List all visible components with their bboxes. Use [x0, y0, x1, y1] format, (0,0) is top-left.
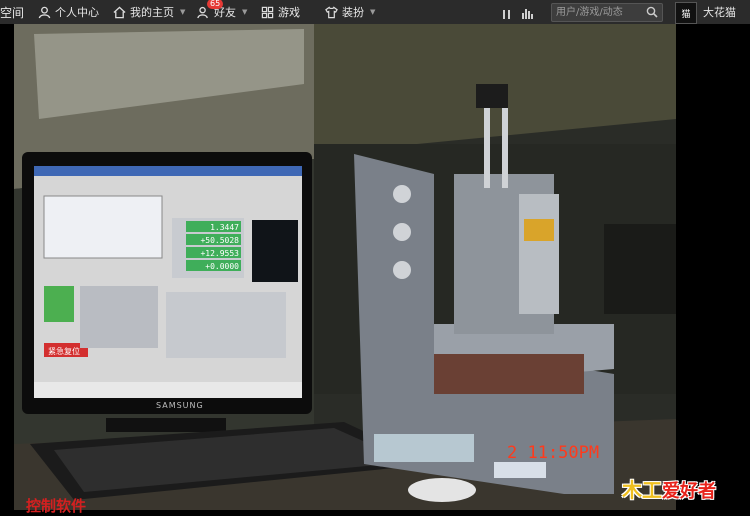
bars-icon-bar — [521, 13, 524, 19]
acrylic-block — [374, 434, 474, 462]
monitor-brand: SAMSUNG — [156, 401, 204, 410]
cnc-photo-drawing: 1.3447 +50.5028 +12.9553 +0.0000 紧急复位 SA… — [14, 24, 676, 510]
cnc-photo: 1.3447 +50.5028 +12.9553 +0.0000 紧急复位 SA… — [14, 24, 676, 510]
dro-readout-z: +12.9553 — [200, 249, 239, 258]
photo-timestamp: 2 11:50PM — [507, 443, 600, 463]
screen-toolpath-panel — [252, 220, 298, 282]
nav-dressup[interactable]: 装扮 ▼ — [325, 0, 375, 24]
nav-personal-center-label: 个人中心 — [55, 6, 99, 19]
username-link[interactable]: 大花猫 — [703, 0, 736, 24]
screen-gcode-panel — [43, 195, 163, 259]
dro-readout-x: 1.3447 — [210, 223, 239, 232]
home-icon — [113, 6, 126, 18]
bearing-block — [393, 223, 411, 241]
grid-icon — [261, 6, 274, 18]
nav-dressup-label: 装扮 — [342, 6, 364, 19]
dro-readout-a: +0.0000 — [205, 262, 239, 271]
screen-green-buttons — [44, 286, 74, 322]
friends-count-badge: 65 — [207, 0, 224, 9]
screen-jog-panel — [166, 292, 286, 358]
spindle-label — [524, 219, 554, 241]
watermark-mark: 木工 — [622, 478, 662, 502]
pause-icon-bar — [502, 10, 505, 19]
pause-view-button[interactable] — [497, 5, 515, 19]
screen-controls-block — [80, 286, 158, 348]
pause-icon-bar — [507, 10, 510, 19]
site-watermark: 木工爱好者 — [622, 474, 716, 503]
small-box — [494, 462, 546, 478]
bars-icon-bar — [527, 11, 530, 19]
lead-rail — [484, 108, 490, 188]
chevron-down-icon: ▼ — [180, 8, 186, 16]
chevron-down-icon: ▼ — [242, 8, 248, 16]
search-input[interactable] — [556, 5, 642, 19]
nav-games[interactable]: 游戏 — [261, 0, 300, 24]
bearing-block — [393, 185, 411, 203]
nav-my-homepage[interactable]: 我的主页 ▼ — [113, 0, 185, 24]
nav-friends[interactable]: 65 好友 ▼ — [197, 0, 247, 24]
chevron-down-icon: ▼ — [370, 8, 376, 16]
nav-personal-center[interactable]: 个人中心 — [38, 0, 99, 24]
nav-my-homepage-label: 我的主页 — [130, 6, 174, 19]
monitor-stand — [106, 418, 226, 432]
nav-games-label: 游戏 — [278, 6, 300, 19]
shirt-icon — [325, 5, 338, 18]
mouse — [408, 478, 476, 502]
search-box — [551, 3, 663, 22]
avatar[interactable]: 猫 — [675, 2, 697, 24]
dro-readout-y: +50.5028 — [200, 236, 239, 245]
nav-space-label: 空间 — [0, 5, 25, 20]
person-icon — [38, 6, 51, 18]
stepper-motor — [476, 84, 508, 108]
bars-icon-bar — [524, 9, 527, 19]
nav-space-link[interactable]: 空间 — [0, 0, 24, 24]
top-navigation-bar: 空间 个人中心 我的主页 ▼ 65 好友 ▼ 游戏 装扮 ▼ 猫 大花猫 — [0, 0, 750, 24]
lead-rail — [502, 108, 508, 188]
screen-titlebar — [34, 166, 302, 176]
watermark-text: 爱好者 — [662, 481, 716, 502]
search-icon[interactable] — [646, 6, 658, 18]
screen-statusbar — [34, 382, 302, 398]
username-label: 大花猫 — [703, 6, 736, 19]
back-crate — [604, 224, 676, 314]
bars-icon-bar — [530, 14, 533, 19]
cnc-work-table — [434, 354, 584, 394]
estop-label: 紧急复位 — [48, 346, 80, 356]
cnc-spindle — [519, 194, 559, 314]
photo-caption: 控制软件 — [26, 497, 87, 515]
bars-view-button[interactable] — [518, 5, 536, 19]
bearing-block — [393, 261, 411, 279]
